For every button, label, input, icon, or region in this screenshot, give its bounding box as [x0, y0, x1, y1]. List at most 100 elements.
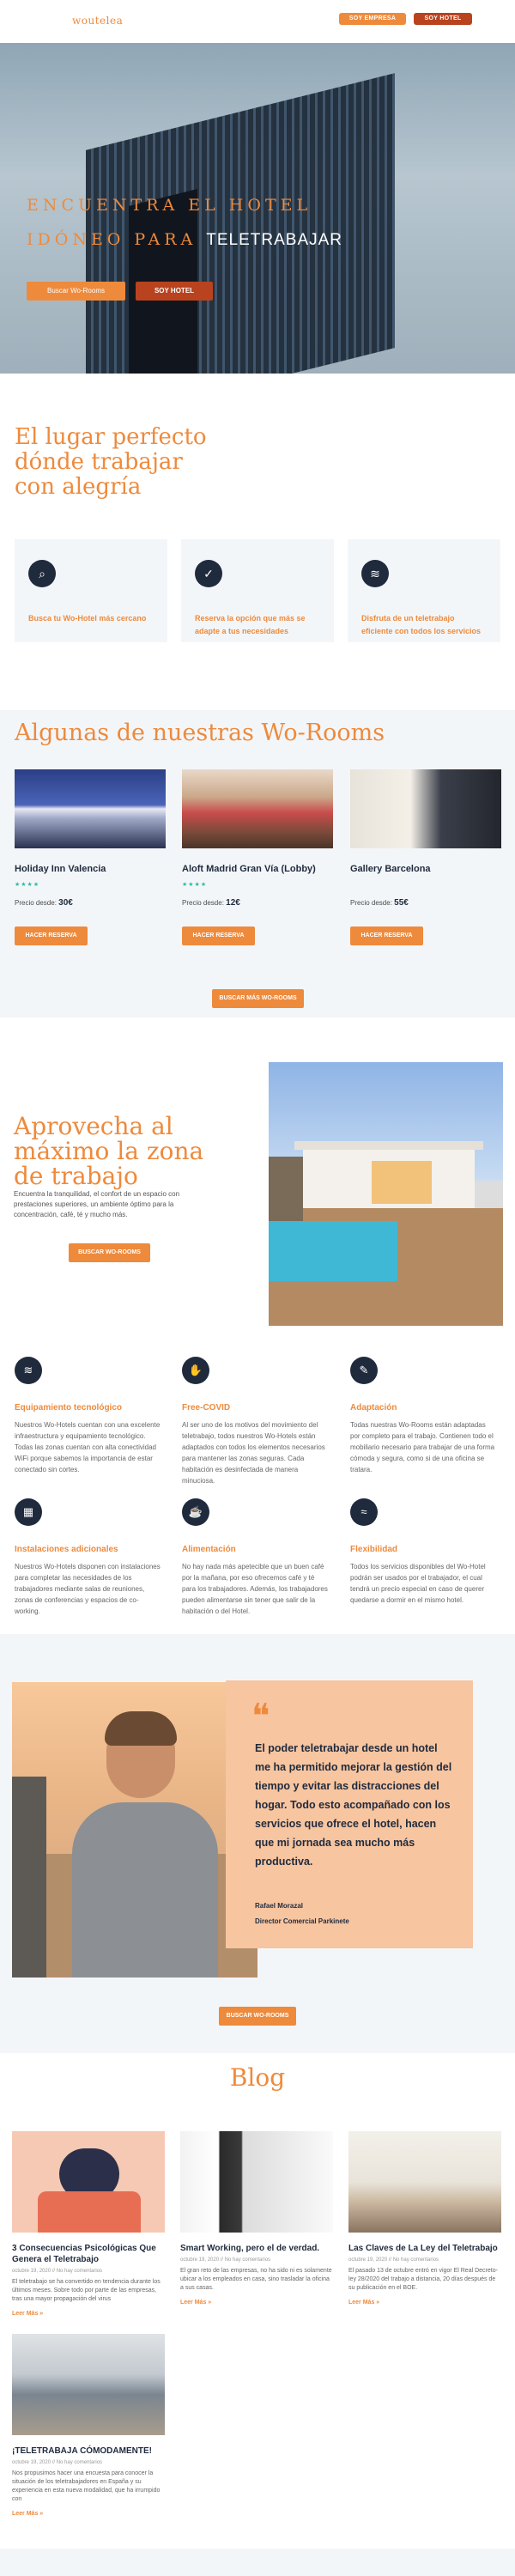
post-image[interactable] — [180, 2131, 333, 2233]
reserve-button[interactable]: HACER RESERVA — [350, 927, 423, 945]
amenity-title: Equipamiento tecnológico — [15, 1403, 123, 1413]
chat-icon: ✎ — [350, 1357, 378, 1384]
rooms-section: Algunas de nuestras Wo-Rooms Holiday Inn… — [0, 710, 515, 1018]
hero-title-line1: ENCUENTRA EL HOTEL — [27, 196, 312, 215]
blog-title: Blog — [229, 2063, 286, 2092]
room-price: Precio desde: 30€ — [15, 898, 166, 908]
post-image[interactable] — [12, 2334, 165, 2435]
check-icon: ✓ — [195, 560, 222, 587]
price-value: 12€ — [226, 898, 240, 908]
post-meta: octubre 19, 2020 // No hay comentarios — [12, 2460, 103, 2465]
rooms-title: Algunas de nuestras Wo-Rooms — [15, 720, 385, 746]
post-excerpt: El pasado 13 de octubre entró en vigor E… — [348, 2268, 498, 2291]
read-more-link[interactable]: Leer Más » — [348, 2300, 501, 2306]
blog-post: ¡TELETRABAJA CÓMODAMENTE! octubre 19, 20… — [12, 2334, 165, 2517]
room-card: Holiday Inn Valencia ★★★★ Precio desde: … — [15, 769, 166, 945]
post-excerpt: El teletrabajo se ha convertido en tende… — [12, 2279, 161, 2302]
search-rooms-button[interactable]: Buscar Wo-Rooms — [27, 282, 125, 301]
site-header: woutelea SOY EMPRESA SOY HOTEL — [0, 0, 515, 43]
post-excerpt: Nos propusimos hacer una encuesta para c… — [12, 2470, 161, 2502]
testimonial-name: Rafael Morazal — [255, 1902, 304, 1910]
pool-icon: ≈ — [350, 1498, 378, 1526]
post-meta: octubre 19, 2020 // No hay comentarios — [348, 2257, 439, 2263]
hotel-button[interactable]: SOY HOTEL — [414, 13, 472, 25]
hero-hotel-button[interactable]: SOY HOTEL — [136, 282, 213, 301]
amenity-text: Nuestros Wo-Hotels cuentan con una excel… — [15, 1421, 161, 1473]
testimonial-role: Director Comercial Parkinete — [255, 1917, 349, 1925]
amenity-flexibility: ≈ Flexibilidad Todos los servicios dispo… — [350, 1498, 496, 1606]
post-title[interactable]: ¡TELETRABAJA CÓMODAMENTE! — [12, 2445, 165, 2457]
price-label: Precio desde: — [182, 899, 224, 907]
amenity-covid: ✋ Free-COVID Al ser uno de los motivos d… — [182, 1357, 328, 1486]
amenity-title: Free-COVID — [182, 1403, 231, 1413]
intro-title: El lugar perfecto dónde trabajar con ale… — [15, 424, 207, 500]
feature-card-search: ⌕ Busca tu Wo-Hotel más cercano — [15, 539, 167, 642]
more-rooms-button[interactable]: BUSCAR MÁS WO-ROOMS — [212, 989, 304, 1008]
feature-card-reserve: ✓ Reserva la opción que más se adapte a … — [181, 539, 334, 642]
room-stars: ★★★★ — [182, 882, 208, 888]
amenity-text: Todas nuestras Wo-Rooms están adaptadas … — [350, 1421, 495, 1473]
building-icon: ▦ — [15, 1498, 42, 1526]
room-card: Gallery Barcelona Precio desde: 55€ HACE… — [350, 769, 501, 945]
blog-post: Smart Working, pero el de verdad. octubr… — [180, 2131, 333, 2306]
feature-card-enjoy: ≋ Disfruta de un teletrabajo eficiente c… — [348, 539, 500, 642]
footer — [0, 2549, 515, 2576]
room-name[interactable]: Aloft Madrid Gran Vía (Lobby) — [182, 864, 333, 874]
post-title[interactable]: Smart Working, pero el de verdad. — [180, 2243, 333, 2254]
post-title[interactable]: Las Claves de La Ley del Teletrabajo — [348, 2243, 501, 2254]
room-image[interactable] — [182, 769, 333, 848]
post-image[interactable] — [348, 2131, 501, 2233]
post-meta: octubre 19, 2020 // No hay comentarios — [12, 2269, 103, 2274]
post-excerpt: El gran reto de las empresas, no ha sido… — [180, 2268, 332, 2291]
search-icon: ⌕ — [28, 560, 56, 587]
testimonial-card: ❝ El poder teletrabajar desde un hotel m… — [226, 1680, 473, 1948]
amenity-text: Al ser uno de los motivos del movimiento… — [182, 1421, 325, 1485]
coffee-icon: ☕ — [182, 1498, 209, 1526]
room-name[interactable]: Gallery Barcelona — [350, 864, 501, 874]
testimonial-quote: El poder teletrabajar desde un hotel me … — [255, 1742, 452, 1868]
room-name[interactable]: Holiday Inn Valencia — [15, 864, 166, 874]
testimonial-photo — [12, 1682, 258, 1978]
villa-image — [269, 1062, 503, 1326]
read-more-link[interactable]: Leer Más » — [180, 2300, 333, 2306]
price-value: 55€ — [394, 898, 409, 908]
read-more-link[interactable]: Leer Más » — [12, 2311, 165, 2317]
room-stars — [350, 881, 501, 890]
wifi-icon: ≋ — [361, 560, 389, 587]
hero-banner: ENCUENTRA EL HOTEL IDÓNEO PARA TELETRABA… — [0, 43, 515, 374]
blog-post: Las Claves de La Ley del Teletrabajo oct… — [348, 2131, 501, 2306]
amenity-facilities: ▦ Instalaciones adicionales Nuestros Wo-… — [15, 1498, 161, 1617]
room-card: Aloft Madrid Gran Vía (Lobby) ★★★★ Preci… — [182, 769, 333, 945]
reserve-button[interactable]: HACER RESERVA — [15, 927, 88, 945]
hero-title-line2-a: IDÓNEO PARA — [27, 230, 197, 249]
price-label: Precio desde: — [15, 899, 57, 907]
room-image[interactable] — [350, 769, 501, 848]
room-price: Precio desde: 55€ — [350, 898, 501, 908]
amenity-title: Adaptación — [350, 1403, 397, 1413]
search-rooms-button[interactable]: BUSCAR WO-ROOMS — [69, 1243, 150, 1262]
amenity-title: Flexibilidad — [350, 1545, 398, 1554]
amenity-text: Nuestros Wo-Hotels disponen con instalac… — [15, 1563, 161, 1615]
hero-title-line2-b: TELETRABAJAR — [206, 231, 343, 249]
amenity-tech: ≋ Equipamiento tecnológico Nuestros Wo-H… — [15, 1357, 161, 1475]
testimonial-section: ❝ El poder teletrabajar desde un hotel m… — [0, 1634, 515, 2053]
feature-card-text: Reserva la opción que más se adapte a tu… — [195, 614, 306, 635]
post-title[interactable]: 3 Consecuencias Psicológicas Que Genera … — [12, 2243, 165, 2265]
post-meta: octubre 19, 2020 // No hay comentarios — [180, 2257, 271, 2263]
price-label: Precio desde: — [350, 899, 392, 907]
company-button[interactable]: SOY EMPRESA — [339, 13, 406, 25]
amenity-adaptation: ✎ Adaptación Todas nuestras Wo-Rooms est… — [350, 1357, 496, 1475]
logo[interactable]: woutelea — [72, 15, 123, 27]
blog-post: 3 Consecuencias Psicológicas Que Genera … — [12, 2131, 165, 2317]
amenity-text: Todos los servicios disponibles del Wo-H… — [350, 1563, 486, 1604]
room-image[interactable] — [15, 769, 166, 848]
wifi-icon: ≋ — [15, 1357, 42, 1384]
reserve-button[interactable]: HACER RESERVA — [182, 927, 255, 945]
search-rooms-button[interactable]: BUSCAR WO-ROOMS — [219, 2007, 296, 2026]
post-image[interactable] — [12, 2131, 165, 2233]
read-more-link[interactable]: Leer Más » — [12, 2511, 165, 2517]
hero-title-line2: IDÓNEO PARA TELETRABAJAR — [27, 230, 342, 250]
amenity-title: Alimentación — [182, 1545, 236, 1554]
feature-card-text: Busca tu Wo-Hotel más cercano — [28, 614, 147, 623]
room-price: Precio desde: 12€ — [182, 898, 333, 908]
